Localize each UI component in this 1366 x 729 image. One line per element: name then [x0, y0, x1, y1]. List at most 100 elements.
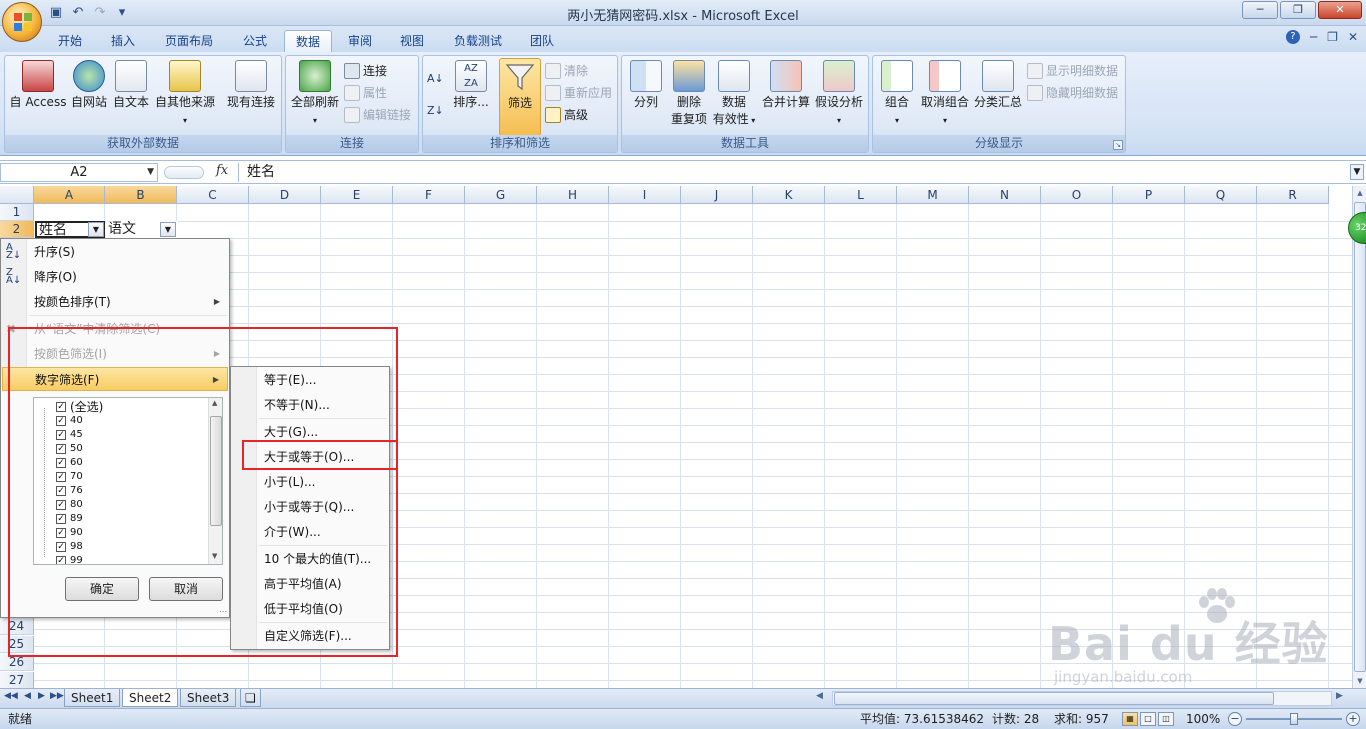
help-icon[interactable]: ? [1285, 30, 1300, 44]
value-list-scrollbar[interactable]: ▲ ▼ [208, 398, 222, 564]
row-header-25[interactable]: 25 [0, 636, 34, 653]
from-text-button[interactable]: 自文本 [111, 60, 151, 111]
autofilter-button-a[interactable]: ▼ [88, 222, 104, 237]
close-button[interactable]: ✕ [1318, 1, 1362, 19]
value-checkbox-item[interactable]: ✓ 76 [56, 484, 83, 498]
sort-desc-icon[interactable]: Z↓ [427, 102, 444, 120]
column-header-p[interactable]: P [1113, 186, 1185, 204]
vertical-scrollbar[interactable]: ▲ ▼ [1352, 186, 1366, 688]
checkmark-icon[interactable]: ✓ [56, 402, 66, 412]
column-header-l[interactable]: L [825, 186, 897, 204]
checkmark-icon[interactable]: ✓ [56, 430, 66, 440]
minimize-button[interactable]: ─ [1242, 1, 1278, 19]
submenu-item[interactable]: 等于(E)... [232, 368, 388, 392]
ungroup-button[interactable]: 取消组合 ▾ [917, 60, 973, 129]
checkmark-icon[interactable]: ✓ [56, 514, 66, 524]
expand-formula-bar-icon[interactable]: ▼ [1350, 164, 1364, 180]
value-checkbox-item[interactable]: ✓ 89 [56, 512, 83, 526]
reapply-button[interactable]: 重新应用 [545, 84, 612, 102]
menu-sort-ascending[interactable]: A Z↓ 升序(S) [2, 240, 228, 264]
tab-view[interactable]: 视图 [390, 30, 434, 52]
tab-home[interactable]: 开始 [48, 30, 92, 52]
sort-asc-icon[interactable]: A↓ [427, 70, 444, 88]
hide-detail-button[interactable]: 隐藏明细数据 [1027, 84, 1118, 102]
sheet-tab-3[interactable]: Sheet3 [180, 689, 237, 707]
value-checkbox-item[interactable]: ✓ 99 [56, 554, 83, 564]
column-header-q[interactable]: Q [1185, 186, 1257, 204]
row-header-1[interactable]: 1 [0, 204, 34, 221]
submenu-item[interactable]: 不等于(N)... [232, 393, 388, 417]
value-checkbox-item[interactable]: ✓ 90 [56, 526, 83, 540]
row-header-24[interactable]: 24 [0, 618, 34, 635]
scroll-left-icon[interactable]: ◀ [816, 691, 823, 701]
insert-sheet-icon[interactable]: ❏ [240, 689, 261, 707]
select-all-corner[interactable] [0, 186, 34, 204]
column-header-m[interactable]: M [897, 186, 969, 204]
column-header-d[interactable]: D [249, 186, 321, 204]
row-header-2[interactable]: 2 [0, 221, 34, 238]
column-header-e[interactable]: E [321, 186, 393, 204]
menu-filter-by-color[interactable]: 按颜色筛选(I) ▶ [2, 342, 228, 366]
checkmark-icon[interactable]: ✓ [56, 416, 66, 426]
from-web-button[interactable]: 自网站 [69, 60, 109, 111]
prev-sheet-icon[interactable]: ◀ [24, 691, 31, 701]
scroll-up-icon[interactable]: ▲ [1354, 186, 1366, 200]
value-checkbox-item[interactable]: ✓ 98 [56, 540, 83, 554]
formula-input[interactable]: 姓名 [238, 163, 1350, 182]
tab-team[interactable]: 团队 [520, 30, 564, 52]
cancel-button[interactable]: 取消 [149, 577, 223, 601]
horizontal-scroll-thumb[interactable] [834, 692, 1274, 705]
checkmark-icon[interactable]: ✓ [56, 528, 66, 538]
checkmark-icon[interactable]: ✓ [56, 472, 66, 482]
name-box[interactable]: A2 ▼ [0, 163, 158, 182]
remove-duplicates-button[interactable]: 删除 重复项 [666, 60, 712, 128]
tab-insert[interactable]: 插入 [100, 30, 146, 52]
column-header-r[interactable]: R [1257, 186, 1329, 204]
text-to-columns-button[interactable]: 分列 [624, 60, 668, 111]
properties-button[interactable]: 属性 [344, 84, 387, 102]
data-validation-button[interactable]: 数据 有效性 ▾ [710, 60, 758, 129]
scroll-right-icon[interactable]: ▶ [1336, 691, 1343, 701]
subtotal-button[interactable]: 分类汇总 [971, 60, 1025, 111]
zoom-level[interactable]: 100% [1186, 709, 1220, 729]
edit-links-button[interactable]: 编辑链接 [344, 106, 411, 124]
submenu-item[interactable]: 自定义筛选(F)... [232, 624, 388, 648]
workbook-restore-icon[interactable]: ❐ [1327, 30, 1338, 44]
consolidate-button[interactable]: 合并计算 [760, 60, 812, 111]
value-checkbox-item[interactable]: ✓ 50 [56, 442, 83, 456]
column-header-f[interactable]: F [393, 186, 465, 204]
page-layout-view-icon[interactable]: □ [1140, 712, 1156, 726]
column-header-o[interactable]: O [1041, 186, 1113, 204]
row-header-27[interactable]: 27 [0, 672, 34, 688]
column-header-g[interactable]: G [465, 186, 537, 204]
checkmark-icon[interactable]: ✓ [56, 458, 66, 468]
select-all-checkbox-item[interactable]: ✓ (全选) [56, 400, 103, 414]
filter-value-list[interactable]: ✓ (全选) ✓ 40 ✓ 45 ✓ 50 ✓ 60 ✓ 70 ✓ 76 ✓ 80 ✓ 89 ✓ 90 ✓ 98 ✓ 99 ▲… [33, 397, 223, 565]
zoom-slider-thumb[interactable] [1290, 713, 1298, 725]
vertical-scroll-thumb[interactable] [1354, 202, 1366, 672]
value-list-scroll-thumb[interactable] [210, 416, 222, 526]
checkmark-icon[interactable]: ✓ [56, 542, 66, 552]
column-header-a[interactable]: A [34, 186, 105, 204]
value-checkbox-item[interactable]: ✓ 45 [56, 428, 83, 442]
value-checkbox-item[interactable]: ✓ 40 [56, 414, 83, 428]
submenu-item[interactable]: 小于(L)... [232, 470, 388, 494]
workbook-minimize-icon[interactable]: ─ [1310, 30, 1317, 44]
menu-clear-filter[interactable]: ✖ 从“语文”中清除筛选(C) [2, 317, 228, 341]
resize-grip-icon[interactable]: ⋯ [219, 607, 227, 616]
refresh-all-button[interactable]: 全部刷新 ▾ [288, 60, 342, 129]
sheet-tab-2[interactable]: Sheet2 [122, 689, 179, 707]
list-scroll-up-icon[interactable]: ▲ [212, 399, 217, 407]
first-sheet-icon[interactable]: ◀◀ [4, 691, 18, 701]
horizontal-scrollbar[interactable]: ◀ ▶ [810, 691, 1350, 706]
from-other-sources-button[interactable]: 自其他来源 ▾ [153, 60, 217, 129]
column-header-k[interactable]: K [753, 186, 825, 204]
column-header-j[interactable]: J [681, 186, 753, 204]
office-button[interactable] [2, 2, 42, 42]
tab-review[interactable]: 审阅 [338, 30, 382, 52]
what-if-analysis-button[interactable]: 假设分析 ▾ [812, 60, 866, 129]
column-header-b[interactable]: B [105, 186, 177, 204]
submenu-item[interactable]: 大于或等于(O)... [232, 445, 388, 469]
list-scroll-down-icon[interactable]: ▼ [212, 552, 217, 560]
value-checkbox-item[interactable]: ✓ 70 [56, 470, 83, 484]
